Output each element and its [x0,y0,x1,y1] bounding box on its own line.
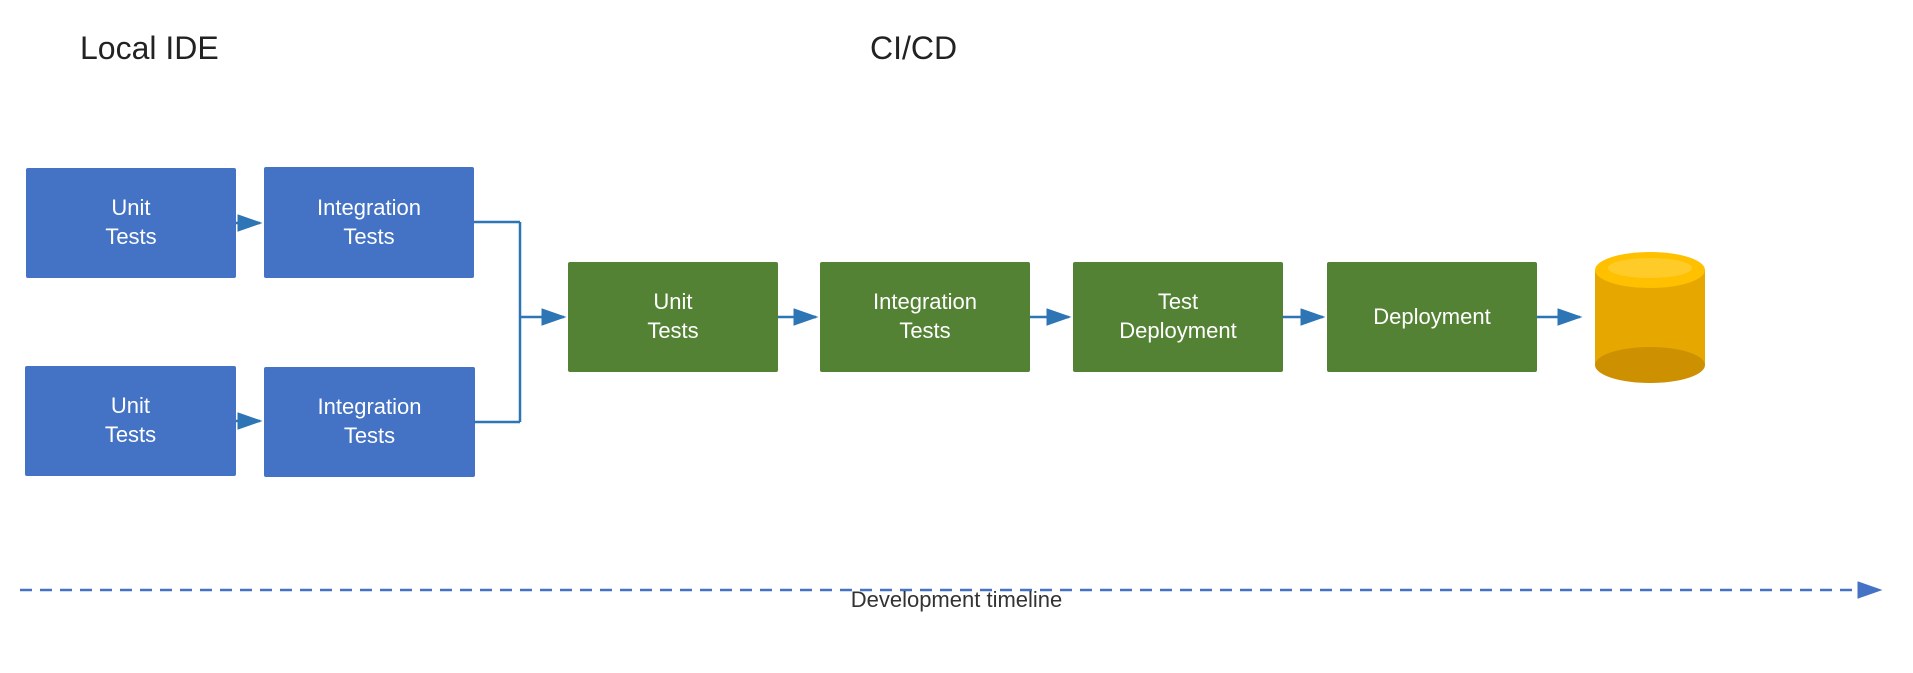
cicd-deployment-box: Deployment [1327,262,1537,372]
diagram-container: Local IDE CI/CD UnitTests IntegrationTes… [0,0,1913,673]
cicd-label: CI/CD [870,30,957,67]
integration-tests-box-2: IntegrationTests [264,367,475,477]
cicd-unit-tests-box: UnitTests [568,262,778,372]
unit-tests-box-1: UnitTests [26,168,236,278]
unit-tests-box-2: UnitTests [25,366,236,476]
timeline-container: Development timeline [20,534,1893,613]
database-cylinder [1585,240,1715,395]
cicd-integration-tests-box: IntegrationTests [820,262,1030,372]
timeline-label: Development timeline [851,587,1063,613]
cicd-test-deployment-box: TestDeployment [1073,262,1283,372]
integration-tests-box-1: IntegrationTests [264,167,474,278]
local-ide-label: Local IDE [80,30,219,67]
